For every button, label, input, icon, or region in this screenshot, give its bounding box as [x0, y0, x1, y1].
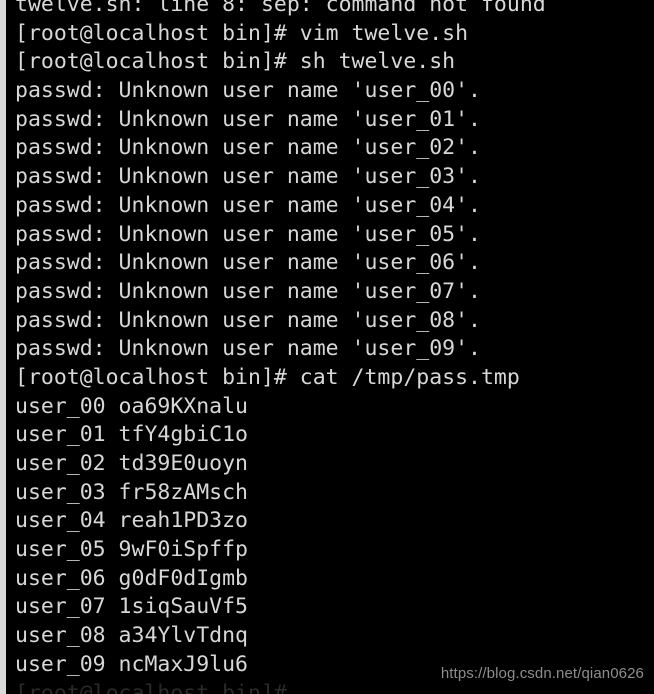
csdn-watermark: https://blog.csdn.net/qian0626	[440, 665, 644, 682]
terminal-line: user_08 a34YlvTdnq	[15, 623, 248, 649]
terminal-line: [root@localhost bin]# vim twelve.sh	[15, 20, 469, 46]
terminal-line: [root@localhost bin]# sh twelve.sh	[15, 49, 456, 75]
terminal-line: passwd: Unknown user name 'user_01'.	[15, 106, 481, 132]
terminal-line: user_00 oa69KXnalu	[15, 393, 248, 419]
terminal-left-gutter	[0, 0, 6, 694]
terminal-line: user_06 g0dF0dIgmb	[15, 565, 248, 591]
terminal-line: passwd: Unknown user name 'user_00'.	[15, 78, 481, 104]
terminal-line: passwd: Unknown user name 'user_05'.	[15, 221, 481, 247]
terminal-screen[interactable]: twelve.sh: line 8: sep: command not foun…	[6, 0, 654, 694]
terminal-line: user_01 tfY4gbiC1o	[15, 422, 248, 448]
terminal-line: passwd: Unknown user name 'user_03'.	[15, 164, 481, 190]
terminal-line: user_03 fr58zAMsch	[15, 479, 248, 505]
terminal-line: user_07 1siqSauVf5	[15, 594, 248, 620]
terminal-line: passwd: Unknown user name 'user_04'.	[15, 192, 481, 218]
terminal-line: passwd: Unknown user name 'user_06'.	[15, 250, 481, 276]
terminal-line: user_05 9wF0iSpffp	[15, 537, 248, 563]
terminal-line: twelve.sh: line 8: sep: command not foun…	[15, 0, 546, 17]
terminal-line: passwd: Unknown user name 'user_09'.	[15, 336, 481, 362]
terminal-window[interactable]: twelve.sh: line 8: sep: command not foun…	[0, 0, 654, 694]
terminal-line: passwd: Unknown user name 'user_07'.	[15, 278, 481, 304]
terminal-line: passwd: Unknown user name 'user_02'.	[15, 135, 481, 161]
terminal-line: [root@localhost bin]# cat /tmp/pass.tmp	[15, 364, 520, 390]
terminal-line-stack: twelve.sh: line 8: sep: command not foun…	[6, 0, 654, 694]
terminal-line: user_02 td39E0uoyn	[15, 451, 248, 476]
terminal-line: passwd: Unknown user name 'user_08'.	[15, 307, 481, 333]
terminal-line: user_04 reah1PD3zo	[15, 508, 248, 534]
